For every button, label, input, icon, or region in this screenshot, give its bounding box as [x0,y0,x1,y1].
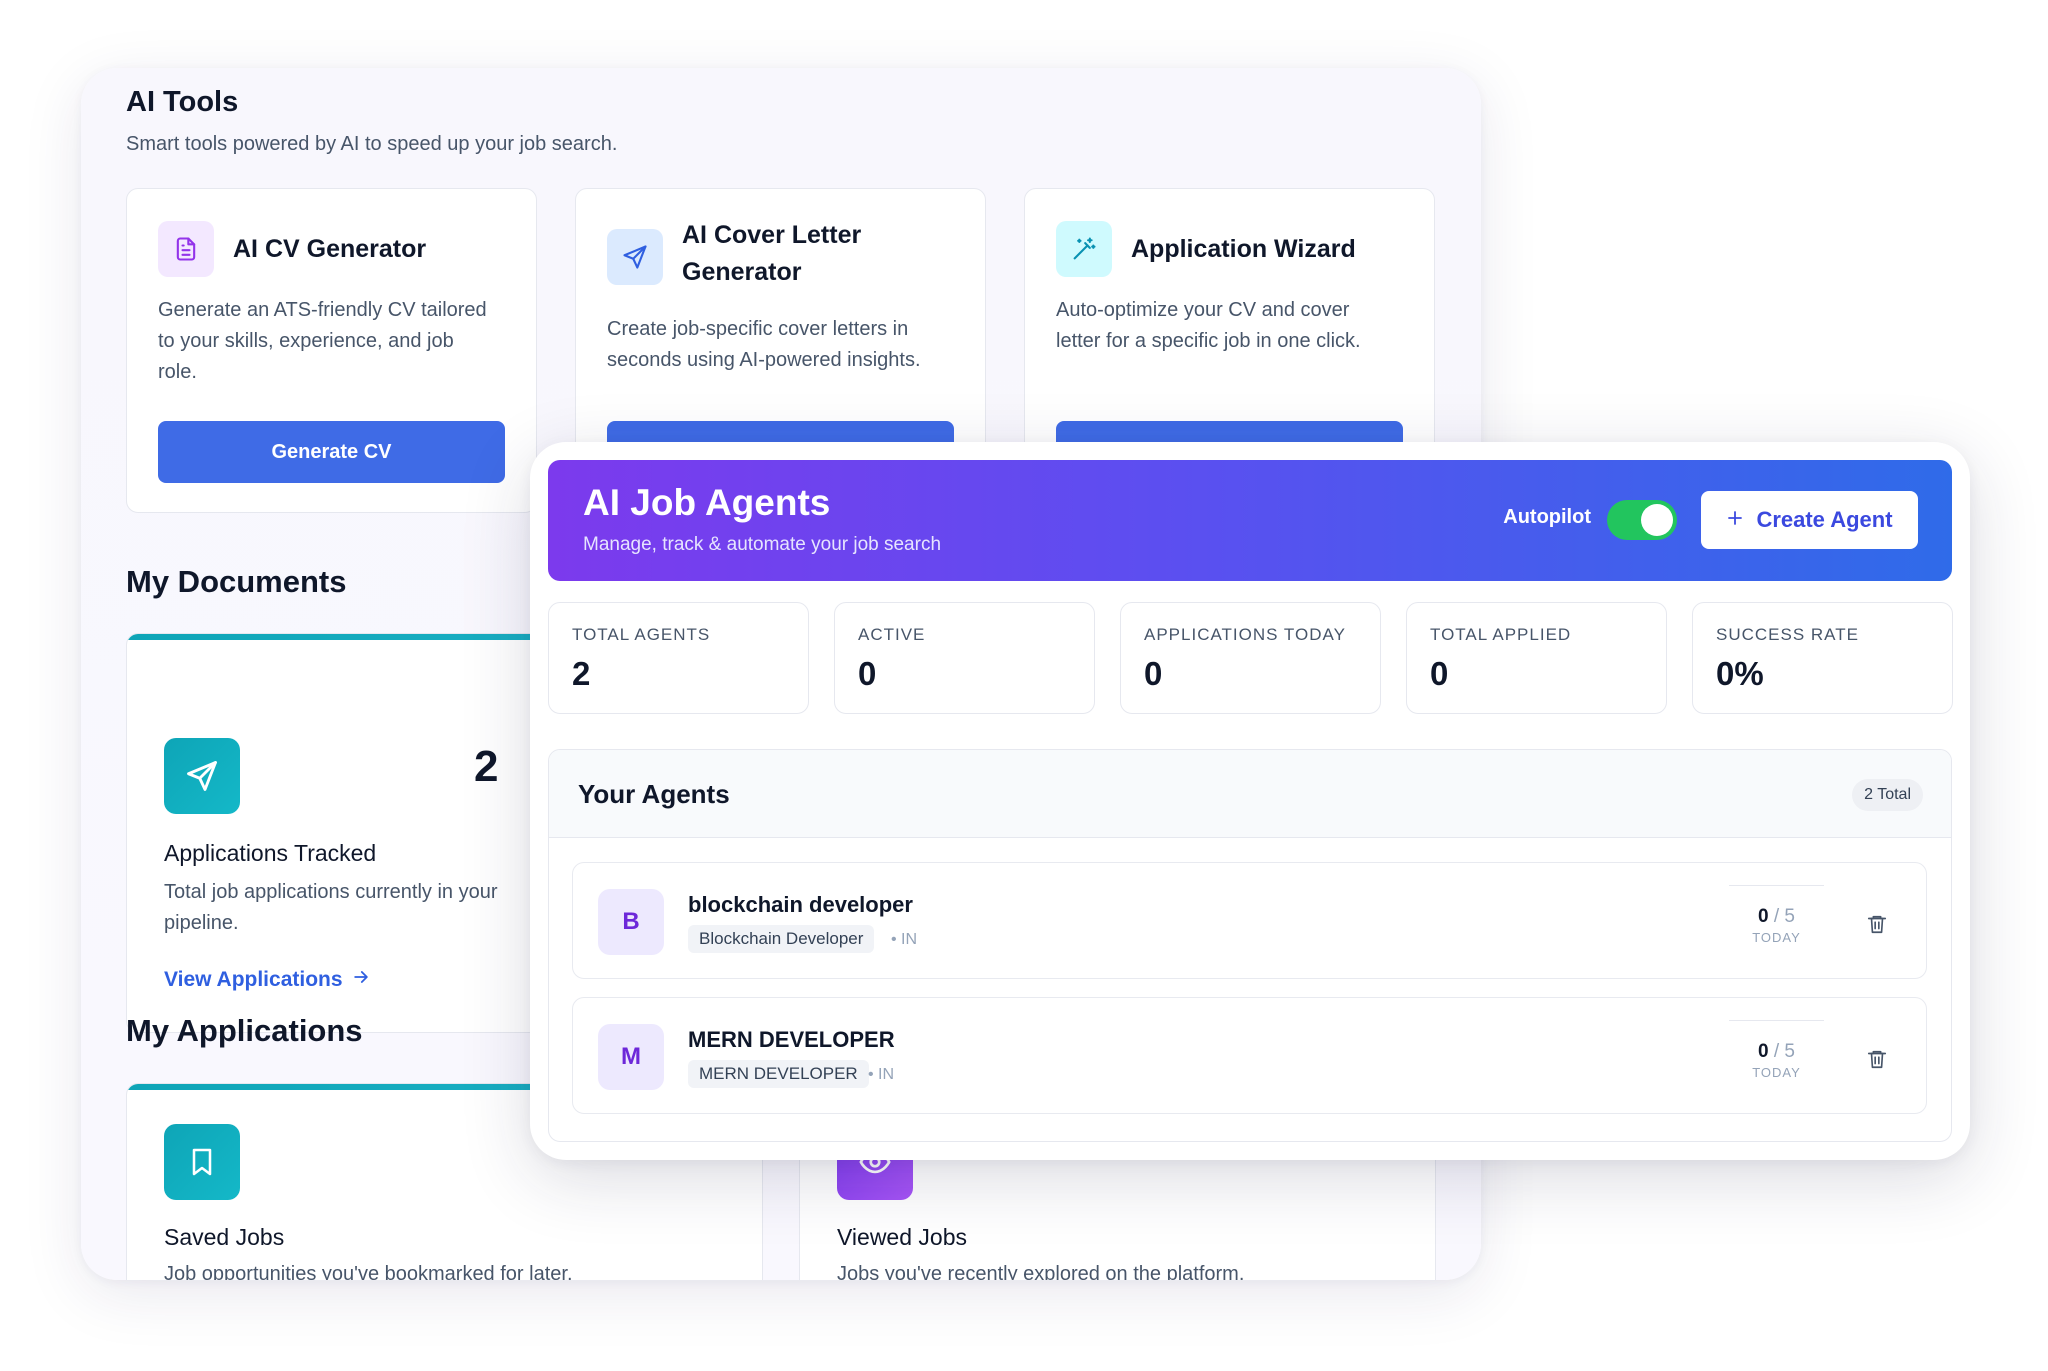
ai-job-agents-panel: AI Job Agents Manage, track & automate y… [530,442,1970,1160]
viewed-jobs-description: Jobs you've recently explored on the pla… [837,1263,1245,1280]
create-agent-button[interactable]: Create Agent [1701,491,1918,549]
ai-tools-subtitle: Smart tools powered by AI to speed up yo… [126,133,618,155]
your-agents-title: Your Agents [578,779,730,809]
agent-daily-limit: / 5 [1773,1041,1795,1062]
view-applications-label: View Applications [164,968,343,991]
metric-applications-today: APPLICATIONS TODAY 0 [1120,602,1381,714]
trash-icon[interactable] [1865,911,1889,937]
tool-title: Application Wizard [1131,235,1356,263]
applications-tracked-label: Applications Tracked [164,840,377,866]
agents-panel-subtitle: Manage, track & automate your job search [583,534,942,555]
metric-value: 0% [1716,655,1764,692]
ai-cv-generator-card: AI CV Generator Generate an ATS-friendly… [126,188,537,513]
applications-tracked-description: Total job applications currently in your… [164,881,498,934]
agent-row[interactable]: B blockchain developer Blockchain Develo… [572,862,1927,979]
view-applications-link[interactable]: View Applications [164,967,371,993]
metric-label: TOTAL APPLIED [1430,625,1572,644]
agent-applied-count: 0 [1758,906,1769,927]
metric-label: ACTIVE [858,625,926,644]
metric-value: 0 [858,655,877,692]
send-icon [164,738,240,814]
my-applications-title: My Applications [126,1013,363,1048]
tool-title: AI CV Generator [233,235,427,263]
send-icon [607,229,663,285]
arrow-right-icon [351,967,371,993]
agent-count-period: TODAY [1752,930,1801,945]
bookmark-icon [164,1124,240,1200]
agent-avatar: B [598,889,664,955]
my-documents-title: My Documents [126,564,347,599]
trash-icon[interactable] [1865,1046,1889,1072]
agent-applied-count: 0 [1758,1041,1769,1062]
applications-tracked-count: 2 [474,742,499,791]
tool-title: AI Cover Letter Generator [682,221,862,286]
document-icon [158,221,214,277]
metric-label: SUCCESS RATE [1716,625,1859,644]
create-agent-label: Create Agent [1756,507,1893,532]
plus-icon [1726,507,1744,533]
agent-location: • IN [891,931,918,948]
magic-wand-icon [1056,221,1112,277]
toggle-knob [1641,504,1673,536]
agent-count-period: TODAY [1752,1065,1801,1080]
saved-jobs-description: Job opportunities you've bookmarked for … [164,1263,573,1280]
metric-value: 2 [572,655,591,692]
metric-value: 0 [1144,655,1163,692]
saved-jobs-label: Saved Jobs [164,1224,285,1250]
autopilot-label: Autopilot [1503,506,1591,528]
agent-daily-count: 0 / 5 TODAY [1729,1020,1824,1080]
agent-location: • IN [868,1066,895,1083]
agent-avatar: M [598,1024,664,1090]
agent-row[interactable]: M MERN DEVELOPER MERN DEVELOPER • IN 0 /… [572,997,1927,1114]
your-agents-header: Your Agents 2 Total [549,750,1951,838]
your-agents-section: Your Agents 2 Total B blockchain develop… [548,749,1952,1142]
agents-panel-title: AI Job Agents [583,482,831,523]
generate-cv-button[interactable]: Generate CV [158,421,505,483]
ai-tools-title: AI Tools [126,86,239,118]
agent-role-tag: MERN DEVELOPER [688,1060,869,1088]
metric-active: ACTIVE 0 [834,602,1095,714]
metric-total-agents: TOTAL AGENTS 2 [548,602,809,714]
agents-hero-banner: AI Job Agents Manage, track & automate y… [548,460,1952,581]
metric-success-rate: SUCCESS RATE 0% [1692,602,1953,714]
total-agents-badge: 2 Total [1852,779,1923,811]
metric-label: TOTAL AGENTS [572,625,711,644]
tool-description: Generate an ATS-friendly CV tailored to … [158,299,487,383]
tool-description: Create job-specific cover letters in sec… [607,318,921,371]
metric-label: APPLICATIONS TODAY [1144,625,1346,644]
agent-daily-count: 0 / 5 TODAY [1729,885,1824,945]
agent-name: blockchain developer [688,892,913,917]
agent-name: MERN DEVELOPER [688,1027,895,1052]
metric-total-applied: TOTAL APPLIED 0 [1406,602,1667,714]
metric-value: 0 [1430,655,1449,692]
autopilot-toggle[interactable] [1607,500,1677,540]
agent-role-tag: Blockchain Developer [688,925,875,953]
agent-daily-limit: / 5 [1773,906,1795,927]
tool-description: Auto-optimize your CV and cover letter f… [1056,299,1361,352]
viewed-jobs-label: Viewed Jobs [837,1224,967,1250]
